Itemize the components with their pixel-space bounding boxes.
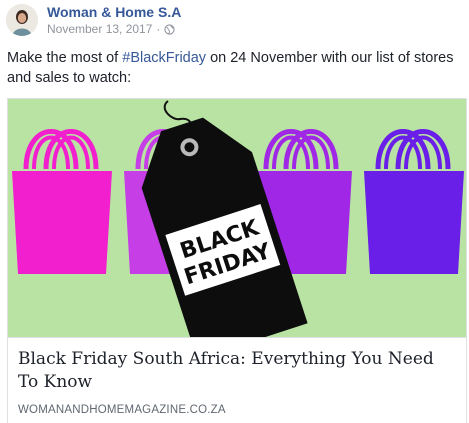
- link-info[interactable]: Black Friday South Africa: Everything Yo…: [8, 337, 466, 423]
- page-avatar[interactable]: [6, 4, 38, 36]
- link-title[interactable]: Black Friday South Africa: Everything Yo…: [18, 348, 448, 394]
- meta-separator: ·: [156, 22, 161, 36]
- post-message: Make the most of #BlackFriday on 24 Nove…: [7, 48, 462, 88]
- link-domain: WOMANANDHOMEMAGAZINE.CO.ZA: [18, 404, 226, 416]
- facebook-post: Woman & Home S.A November 13, 2017 · Mak…: [0, 0, 469, 423]
- link-preview-image[interactable]: BLACK FRIDAY: [8, 99, 466, 337]
- post-header: Woman & Home S.A November 13, 2017 ·: [6, 4, 181, 38]
- post-timestamp[interactable]: November 13, 2017: [47, 22, 152, 37]
- page-name-link[interactable]: Woman & Home S.A: [47, 4, 181, 21]
- avatar-image: [6, 4, 38, 36]
- post-text-before: Make the most of: [7, 50, 123, 66]
- globe-icon[interactable]: [164, 24, 176, 35]
- header-text: Woman & Home S.A November 13, 2017 ·: [47, 4, 181, 37]
- post-meta: November 13, 2017 ·: [47, 22, 181, 37]
- link-preview-card[interactable]: BLACK FRIDAY Black Friday South Africa: …: [7, 98, 467, 423]
- hashtag-link[interactable]: #BlackFriday: [122, 50, 206, 66]
